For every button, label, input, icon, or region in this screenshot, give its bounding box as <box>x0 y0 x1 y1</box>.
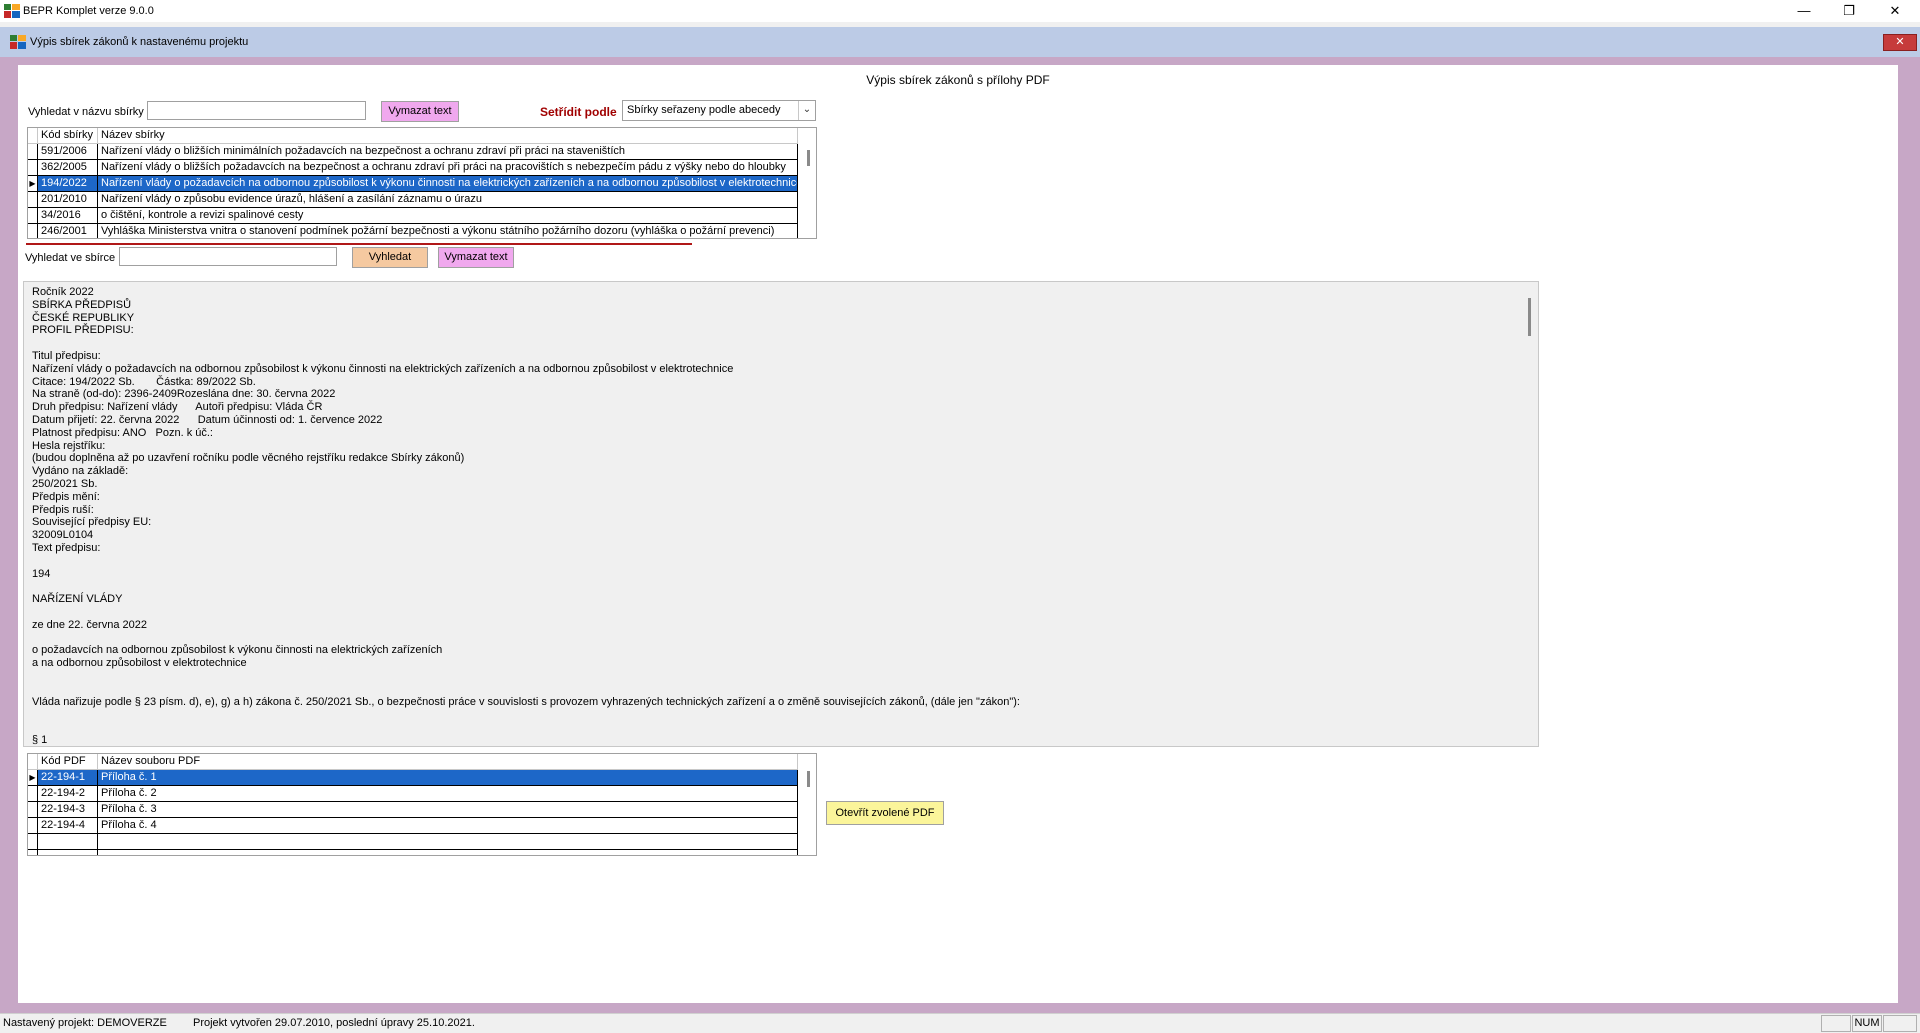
cell-name[interactable]: Příloha č. 2 <box>98 786 798 802</box>
cell-name[interactable]: Nařízení vlády o požadavcích na odbornou… <box>98 176 798 192</box>
cell-code[interactable]: 22-194-1 <box>38 770 98 786</box>
row-selector[interactable] <box>28 850 38 855</box>
app-icon <box>4 4 20 18</box>
open-pdf-button[interactable]: Otevřít zvolené PDF <box>826 801 944 825</box>
cell-name[interactable]: o čištění, kontrole a revizi spalinové c… <box>98 208 798 224</box>
row-selector[interactable] <box>28 834 38 850</box>
clear-text-search-button[interactable]: Vymazat text <box>438 247 514 268</box>
collections-scrollbar[interactable] <box>807 150 810 166</box>
row-selector[interactable] <box>28 144 38 160</box>
row-selector[interactable] <box>28 786 38 802</box>
window-icon <box>10 35 26 49</box>
pdf-table[interactable]: Kód PDF Název souboru PDF ▶ 22-194-1 Přílo… <box>27 753 817 856</box>
row-selector[interactable] <box>28 192 38 208</box>
cell-name[interactable]: Příloha č. 1 <box>98 770 798 786</box>
cell-name[interactable] <box>98 850 798 855</box>
status-bar: Nastavený projekt: DEMOVERZE Projekt vyt… <box>0 1013 1920 1033</box>
pdf-scrollbar[interactable] <box>807 771 810 787</box>
cell-name[interactable]: Vyhláška Ministerstva vnitra o stanovení… <box>98 224 798 238</box>
search-collection-label: Vyhledat v názvu sbírky <box>28 106 144 118</box>
status-num: NUM <box>1852 1015 1882 1032</box>
search-in-collection-label: Vyhledat ve sbírce <box>25 252 116 264</box>
window-title: Výpis sbírek zákonů k nastavenému projek… <box>30 36 249 48</box>
column-header-pdf-name[interactable]: Název souboru PDF <box>98 754 798 770</box>
sort-label: Setřídit podle <box>540 105 617 119</box>
chevron-down-icon[interactable]: ⌄ <box>798 101 815 120</box>
cell-name[interactable] <box>98 834 798 850</box>
clear-collection-search-button[interactable]: Vymazat text <box>381 101 459 122</box>
child-titlebar: Výpis sbírek zákonů k nastavenému projek… <box>0 27 1920 57</box>
cell-code[interactable]: 34/2016 <box>38 208 98 224</box>
status-project: Nastavený projekt: DEMOVERZE <box>3 1017 167 1029</box>
status-scroll <box>1883 1015 1917 1032</box>
document-scrollbar[interactable] <box>1528 298 1531 336</box>
separator-line <box>26 243 692 245</box>
app-titlebar: BEPR Komplet verze 9.0.0 — ❐ ✕ <box>0 0 1920 22</box>
status-info: Projekt vytvořen 29.07.2010, poslední úp… <box>193 1017 475 1029</box>
search-collection-input[interactable] <box>147 101 366 120</box>
status-caps <box>1821 1015 1851 1032</box>
cell-code[interactable]: 194/2022 <box>38 176 98 192</box>
collections-table[interactable]: Kód sbírky Název sbírky 591/2006 Nařízení… <box>27 127 817 239</box>
cell-code[interactable]: 22-194-2 <box>38 786 98 802</box>
cell-name[interactable]: Nařízení vlády o způsobu evidence úrazů,… <box>98 192 798 208</box>
cell-name[interactable]: Nařízení vlády o bližších požadavcích na… <box>98 160 798 176</box>
row-selector[interactable] <box>28 818 38 834</box>
panel-header: Výpis sbírek zákonů s přílohy PDF <box>866 73 1050 87</box>
search-button[interactable]: Vyhledat <box>352 247 428 268</box>
app-title: BEPR Komplet verze 9.0.0 <box>23 5 154 17</box>
cell-code[interactable] <box>38 834 98 850</box>
column-header-pdf-code[interactable]: Kód PDF <box>38 754 98 770</box>
row-selector[interactable]: ▶ <box>28 176 38 192</box>
maximize-icon[interactable]: ❐ <box>1826 0 1872 22</box>
cell-name[interactable]: Příloha č. 4 <box>98 818 798 834</box>
close-icon[interactable]: ✕ <box>1872 0 1918 22</box>
row-selector[interactable] <box>28 208 38 224</box>
cell-code[interactable]: 246/2001 <box>38 224 98 238</box>
cell-code[interactable]: 362/2005 <box>38 160 98 176</box>
cell-code[interactable]: 22-194-4 <box>38 818 98 834</box>
cell-code[interactable] <box>38 850 98 855</box>
column-header-code[interactable]: Kód sbírky <box>38 128 98 144</box>
sort-select-value: Sbírky seřazeny podle abecedy <box>627 104 781 116</box>
row-selector[interactable] <box>28 802 38 818</box>
cell-code[interactable]: 591/2006 <box>38 144 98 160</box>
main-panel: Výpis sbírek zákonů s přílohy PDF Vyhled… <box>18 65 1898 1003</box>
child-window: Výpis sbírek zákonů k nastavenému projek… <box>0 27 1920 1013</box>
sort-select[interactable]: Sbírky seřazeny podle abecedy ⌄ <box>622 100 816 121</box>
cell-code[interactable]: 22-194-3 <box>38 802 98 818</box>
document-text-area[interactable]: Ročník 2022 SBÍRKA PŘEDPISŮ ČESKÉ REPUBL… <box>23 281 1539 747</box>
minimize-icon[interactable]: — <box>1781 0 1827 22</box>
cell-name[interactable]: Nařízení vlády o bližších minimálních po… <box>98 144 798 160</box>
row-selector[interactable]: ▶ <box>28 770 38 786</box>
row-selector-header <box>28 754 38 770</box>
column-header-name[interactable]: Název sbírky <box>98 128 798 144</box>
cell-name[interactable]: Příloha č. 3 <box>98 802 798 818</box>
row-selector[interactable] <box>28 160 38 176</box>
window-close-icon[interactable]: ✕ <box>1883 34 1917 51</box>
search-in-collection-input[interactable] <box>119 247 337 266</box>
document-text: Ročník 2022 SBÍRKA PŘEDPISŮ ČESKÉ REPUBL… <box>32 286 1020 746</box>
cell-code[interactable]: 201/2010 <box>38 192 98 208</box>
row-selector-header <box>28 128 38 144</box>
row-selector[interactable] <box>28 224 38 238</box>
